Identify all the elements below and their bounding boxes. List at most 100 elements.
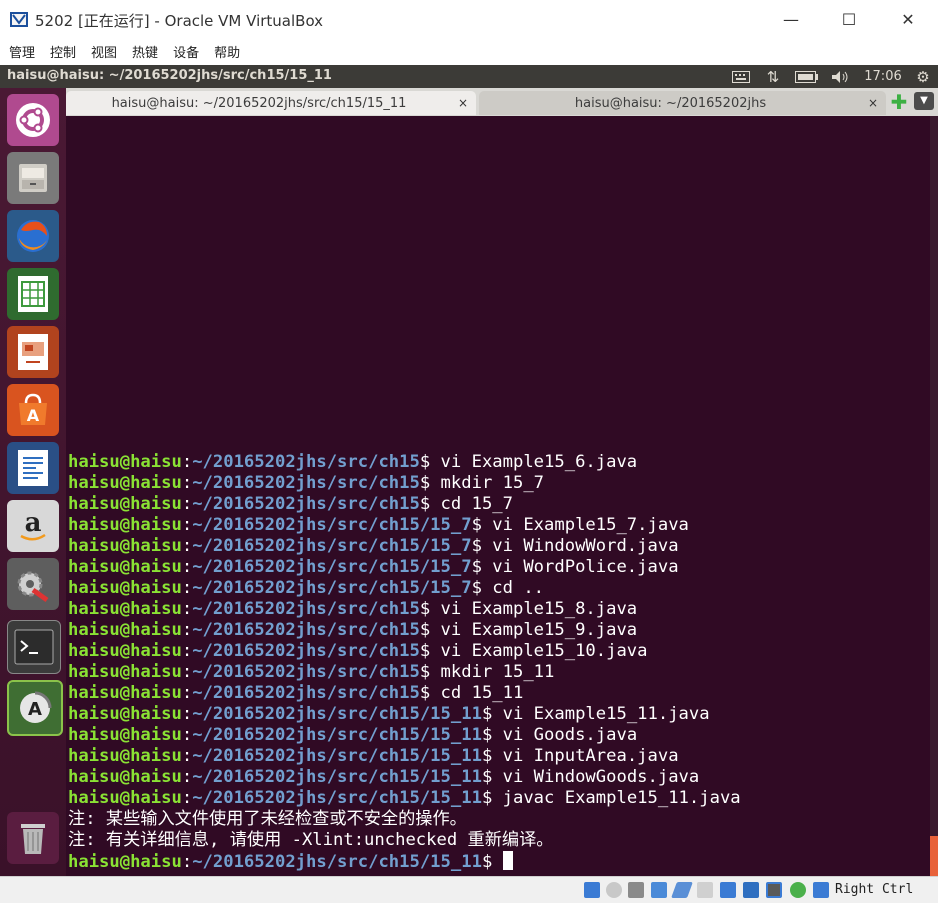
usb-icon[interactable] <box>671 882 693 898</box>
menu-manage[interactable]: 管理 <box>9 42 35 61</box>
writer-document-icon[interactable] <box>7 442 59 494</box>
menu-view[interactable]: 视图 <box>91 42 117 61</box>
audio-icon[interactable] <box>628 882 644 898</box>
menu-hotkeys[interactable]: 热键 <box>132 42 158 61</box>
hard-disk-icon[interactable] <box>584 882 600 898</box>
prompt-user: haisu@haisu <box>68 620 182 640</box>
terminal-prompt-line: haisu@haisu:~/20165202jhs/src/ch15$ cd 1… <box>68 683 928 704</box>
minimize-button[interactable]: — <box>762 0 820 38</box>
amazon-icon[interactable]: a <box>7 500 59 552</box>
cpu-icon[interactable] <box>766 882 782 898</box>
command-text: vi Example15_8.java <box>440 599 638 619</box>
terminal-prompt-line: haisu@haisu:~/20165202jhs/src/ch15/15_11… <box>68 767 928 788</box>
terminal-prompt-line: haisu@haisu:~/20165202jhs/src/ch15/15_11… <box>68 851 928 872</box>
svg-text:A: A <box>27 406 40 425</box>
trash-icon[interactable] <box>7 812 59 864</box>
calc-spreadsheet-icon[interactable] <box>7 268 59 320</box>
video-capture-icon[interactable] <box>743 882 759 898</box>
close-button[interactable]: ✕ <box>879 0 937 38</box>
prompt-user: haisu@haisu <box>68 767 182 787</box>
system-settings-icon[interactable] <box>7 558 59 610</box>
software-center-icon[interactable]: A <box>7 384 59 436</box>
prompt-separator: : <box>181 725 193 745</box>
prompt-user: haisu@haisu <box>68 473 182 493</box>
prompt-user: haisu@haisu <box>68 683 182 703</box>
terminal-prompt-line: haisu@haisu:~/20165202jhs/src/ch15$ mkdi… <box>68 662 928 683</box>
prompt-separator: : <box>181 852 193 872</box>
new-tab-plus-icon[interactable]: ✚ <box>888 92 910 112</box>
host-key-label: Right Ctrl <box>835 882 914 897</box>
scrollbar-thumb[interactable] <box>930 836 938 876</box>
prompt-path: ~/20165202jhs/src/ch15/15_7 <box>192 515 472 535</box>
prompt-path: ~/20165202jhs/src/ch15/15_7 <box>192 578 472 598</box>
impress-presentation-icon[interactable] <box>7 326 59 378</box>
clock[interactable]: 17:06 <box>863 68 903 85</box>
volume-icon[interactable] <box>830 68 852 85</box>
mouse-integration-icon[interactable] <box>813 882 829 898</box>
globe-icon[interactable] <box>790 882 806 898</box>
command-text: vi WindowGoods.java <box>502 767 700 787</box>
battery-icon[interactable] <box>794 68 820 85</box>
prompt-user: haisu@haisu <box>68 704 182 724</box>
prompt-separator: : <box>181 767 193 787</box>
tab-menu-chevron-down-icon[interactable]: ▼ <box>914 92 934 110</box>
display-icon[interactable] <box>720 882 736 898</box>
command-text: mkdir 15_7 <box>440 473 545 493</box>
keyboard-icon[interactable] <box>731 68 751 85</box>
command-text: vi Example15_6.java <box>440 452 638 472</box>
unity-launcher: A a A <box>0 88 67 876</box>
optical-drive-icon[interactable] <box>606 882 622 898</box>
prompt-path: ~/20165202jhs/src/ch15/15_11 <box>192 852 482 872</box>
prompt-user: haisu@haisu <box>68 599 182 619</box>
terminal-prompt-line: haisu@haisu:~/20165202jhs/src/ch15/15_11… <box>68 704 928 725</box>
software-updater-icon[interactable]: A <box>7 680 63 736</box>
prompt-path: ~/20165202jhs/src/ch15 <box>192 599 420 619</box>
shared-folder-icon[interactable] <box>697 882 713 898</box>
prompt-separator: : <box>181 788 193 808</box>
terminal-prompt-line: haisu@haisu:~/20165202jhs/src/ch15$ vi E… <box>68 620 928 641</box>
tab-close-button[interactable]: × <box>868 96 878 110</box>
prompt-dollar: $ <box>481 746 503 766</box>
terminal-prompt-line: haisu@haisu:~/20165202jhs/src/ch15$ vi E… <box>68 599 928 620</box>
prompt-user: haisu@haisu <box>68 515 182 535</box>
network-adapter-icon[interactable] <box>651 882 667 898</box>
power-gear-icon[interactable]: ⚙ <box>913 68 933 86</box>
tab-close-button[interactable]: × <box>458 96 468 110</box>
svg-text:a: a <box>25 508 42 538</box>
prompt-user: haisu@haisu <box>68 578 182 598</box>
prompt-path: ~/20165202jhs/src/ch15/15_11 <box>192 746 482 766</box>
window-title: 5202 [正在运行] - Oracle VM VirtualBox <box>35 12 324 30</box>
prompt-path: ~/20165202jhs/src/ch15/15_11 <box>192 788 482 808</box>
prompt-separator: : <box>181 620 193 640</box>
menu-devices[interactable]: 设备 <box>173 42 199 61</box>
command-text: vi WindowWord.java <box>492 536 679 556</box>
prompt-user: haisu@haisu <box>68 662 182 682</box>
ubuntu-dash-icon[interactable] <box>7 94 59 146</box>
prompt-separator: : <box>181 704 193 724</box>
prompt-dollar: $ <box>471 536 493 556</box>
prompt-path: ~/20165202jhs/src/ch15 <box>192 683 420 703</box>
terminal-prompt-line: haisu@haisu:~/20165202jhs/src/ch15/15_11… <box>68 746 928 767</box>
firefox-icon[interactable] <box>7 210 59 262</box>
prompt-user: haisu@haisu <box>68 452 182 472</box>
files-icon[interactable] <box>7 152 59 204</box>
menu-help[interactable]: 帮助 <box>214 42 240 61</box>
prompt-path: ~/20165202jhs/src/ch15 <box>192 494 420 514</box>
maximize-button[interactable]: ☐ <box>820 0 878 38</box>
command-text: vi Example15_10.java <box>440 641 648 661</box>
prompt-separator: : <box>181 557 193 577</box>
terminal-tab-active[interactable]: haisu@haisu: ~/20165202jhs/src/ch15/15_1… <box>66 91 476 115</box>
command-text: vi Goods.java <box>502 725 638 745</box>
window-titlebar: 5202 [正在运行] - Oracle VM VirtualBox — ☐ ✕ <box>0 0 938 38</box>
terminal-output[interactable]: haisu@haisu:~/20165202jhs/src/ch15$ vi E… <box>66 116 930 876</box>
prompt-dollar: $ <box>419 473 441 493</box>
prompt-dollar: $ <box>481 788 503 808</box>
prompt-separator: : <box>181 662 193 682</box>
svg-text:A: A <box>28 699 42 720</box>
menu-control[interactable]: 控制 <box>50 42 76 61</box>
network-icon[interactable]: ⇅ <box>763 68 783 86</box>
terminal-scrollbar[interactable] <box>930 116 938 876</box>
terminal-icon[interactable] <box>7 620 61 674</box>
command-text: cd 15_11 <box>440 683 524 703</box>
terminal-tab[interactable]: haisu@haisu: ~/20165202jhs × <box>479 91 886 115</box>
